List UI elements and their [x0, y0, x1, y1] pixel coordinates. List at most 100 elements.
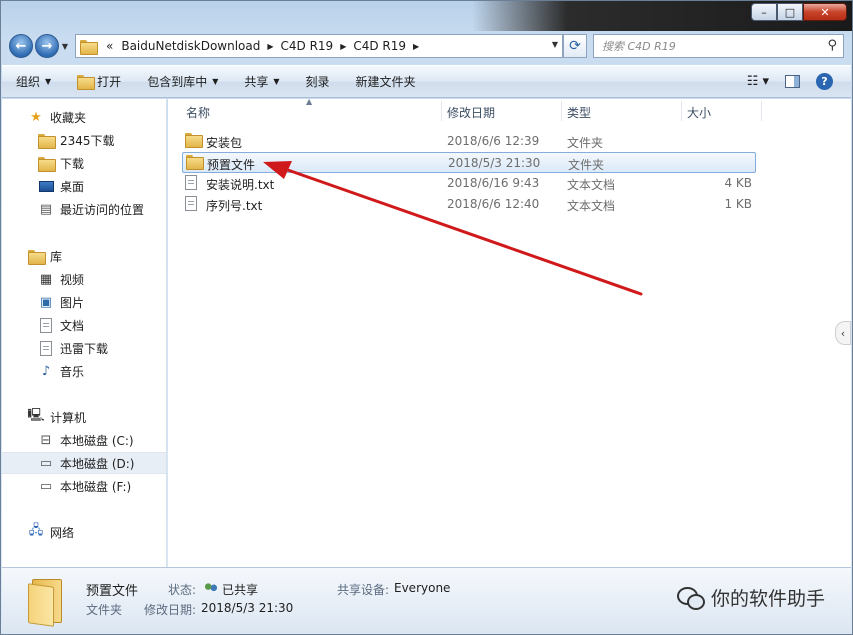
search-placeholder: 搜索 C4D R19 — [602, 40, 676, 53]
search-icon[interactable]: ⚲ — [827, 38, 837, 53]
document-icon — [38, 340, 54, 356]
column-divider[interactable] — [761, 101, 762, 121]
details-item-name: 预置文件 — [86, 584, 139, 599]
network-icon: 🖧 — [28, 523, 44, 538]
column-header: ▲ 名称 修改日期 类型 大小 — [168, 97, 851, 123]
details-state-text: 已共享 — [222, 583, 259, 597]
forward-button[interactable]: → — [35, 34, 59, 58]
recent-pages-dropdown[interactable]: ▼ — [59, 35, 71, 57]
column-divider[interactable] — [561, 101, 562, 121]
breadcrumb-item[interactable]: BaiduNetdiskDownload — [117, 39, 264, 53]
breadcrumb-chevron-icon[interactable]: ▶ — [410, 42, 422, 51]
side-collapse-chevron-icon[interactable]: ‹ — [835, 321, 851, 345]
file-size: 1 KB — [724, 197, 752, 211]
breadcrumb-chevron-icon[interactable]: ▶ — [264, 42, 276, 51]
file-row-selected[interactable]: 预置文件 2018/5/3 21:30 文件夹 — [182, 152, 756, 173]
sidebar-item-recent-places[interactable]: ▤ 最近访问的位置 — [38, 198, 166, 220]
sidebar-item-xunlei-downloads[interactable]: 迅雷下载 — [38, 337, 166, 359]
watermark: 你的软件助手 — [676, 584, 825, 611]
sidebar-item-documents[interactable]: 文档 — [38, 314, 166, 336]
sidebar-item-pictures[interactable]: ▣ 图片 — [38, 291, 166, 313]
organize-label: 组织 — [16, 75, 41, 89]
breadcrumb-item[interactable]: C4D R19 — [277, 39, 338, 53]
address-bar[interactable]: « BaiduNetdiskDownload ▶ C4D R19 ▶ C4D R… — [75, 34, 563, 58]
address-dropdown-icon[interactable]: ▼ — [552, 40, 558, 49]
recent-places-icon: ▤ — [39, 201, 53, 217]
sidebar-item-drive-c[interactable]: ⊟ 本地磁盘 (C:) — [2, 429, 166, 451]
sidebar-item-computer[interactable]: 🖳 计算机 — [27, 406, 166, 428]
column-divider[interactable] — [681, 101, 682, 121]
column-divider[interactable] — [441, 101, 442, 121]
sidebar-item-favorites[interactable]: ★ 收藏夹 — [28, 106, 166, 128]
back-button[interactable]: ← — [9, 34, 33, 58]
include-in-library-button[interactable]: 包含到库中 ▼ — [147, 73, 218, 90]
drive-icon: ▭ — [39, 455, 53, 471]
help-icon[interactable]: ? — [816, 73, 833, 90]
preview-pane-icon[interactable] — [785, 75, 800, 88]
sidebar-item-music[interactable]: ♪ 音乐 — [38, 360, 166, 382]
sort-caret-icon: ▲ — [306, 97, 313, 106]
sidebar-item-label: 库 — [50, 249, 63, 264]
watermark-text: 你的软件助手 — [710, 588, 825, 610]
sidebar-item-label: 下载 — [60, 156, 85, 171]
details-modified-value: 2018/5/3 21:30 — [201, 601, 294, 615]
refresh-button[interactable]: ⟳ — [563, 34, 587, 58]
breadcrumb-overflow[interactable]: « — [102, 39, 117, 53]
sidebar-item-videos[interactable]: ▦ 视频 — [38, 268, 166, 290]
sidebar-item-drive-f[interactable]: ▭ 本地磁盘 (F:) — [2, 475, 166, 497]
chevron-down-icon: ▼ — [45, 77, 52, 86]
music-icon: ♪ — [41, 363, 51, 379]
folder-icon — [186, 155, 204, 170]
open-label: 打开 — [97, 75, 122, 89]
details-state-label: 状态: — [168, 583, 197, 597]
column-type[interactable]: 类型 — [567, 104, 591, 121]
sidebar-item-label: 本地磁盘 (C:) — [60, 433, 134, 448]
file-modified: 2018/6/16 9:43 — [447, 176, 540, 190]
open-button[interactable]: 打开 — [77, 73, 121, 90]
minimize-button[interactable]: – — [751, 3, 777, 21]
sidebar-item-libraries[interactable]: 库 — [28, 245, 166, 267]
share-label: 共享 — [244, 75, 269, 89]
file-row[interactable]: 安装说明.txt 2018/6/16 9:43 文本文档 4 KB — [182, 173, 756, 194]
file-name: 安装包 — [206, 136, 243, 150]
search-input[interactable]: 搜索 C4D R19 ⚲ — [593, 34, 844, 58]
include-in-library-label: 包含到库中 — [147, 75, 208, 89]
column-modified[interactable]: 修改日期 — [447, 104, 495, 121]
file-modified: 2018/6/6 12:39 — [447, 134, 540, 148]
sidebar-item-downloads[interactable]: 下载 — [38, 152, 166, 174]
share-button[interactable]: 共享 ▼ — [244, 73, 279, 90]
sidebar-item-label: 计算机 — [50, 410, 87, 425]
burn-label: 刻录 — [305, 75, 330, 89]
sidebar-item-2345-downloads[interactable]: 2345下载 — [38, 129, 166, 151]
sidebar-item-desktop[interactable]: 桌面 — [38, 175, 166, 197]
file-row[interactable]: 序列号.txt 2018/6/6 12:40 文本文档 1 KB — [182, 194, 756, 215]
sidebar-item-label: 迅雷下载 — [60, 341, 109, 356]
details-pane: 预置文件 文件夹 状态: 已共享 修改日期: 2018/5/3 21:30 共享… — [2, 567, 851, 633]
sidebar-item-label: 文档 — [60, 318, 85, 333]
file-name: 安装说明.txt — [206, 178, 275, 192]
file-row[interactable]: 安装包 2018/6/6 12:39 文件夹 — [182, 131, 756, 152]
organize-button[interactable]: 组织 ▼ — [16, 73, 51, 90]
chevron-down-icon: ▼ — [273, 77, 280, 86]
file-name: 预置文件 — [207, 158, 256, 172]
folder-icon — [80, 39, 98, 55]
sidebar-item-label: 收藏夹 — [50, 110, 87, 125]
breadcrumb-chevron-icon[interactable]: ▶ — [337, 42, 349, 51]
file-name: 序列号.txt — [206, 199, 263, 213]
details-state-value: 已共享 — [200, 581, 258, 598]
sidebar-item-drive-d[interactable]: ▭ 本地磁盘 (D:) — [2, 452, 166, 474]
details-shared-with-value: Everyone — [394, 581, 451, 595]
burn-button[interactable]: 刻录 — [306, 73, 330, 90]
breadcrumb-item[interactable]: C4D R19 — [349, 39, 410, 53]
new-folder-button[interactable]: 新建文件夹 — [356, 73, 416, 90]
sidebar-item-label: 本地磁盘 (D:) — [60, 456, 135, 471]
sidebar-item-network[interactable]: 🖧 网络 — [28, 521, 166, 543]
maximize-button[interactable]: □ — [777, 3, 803, 21]
file-size: 4 KB — [724, 176, 752, 190]
view-options-icon[interactable]: ☷ ▾ — [747, 74, 769, 89]
sidebar-item-label: 网络 — [50, 525, 75, 540]
column-name[interactable]: 名称 — [186, 104, 210, 121]
open-folder-icon — [77, 75, 96, 90]
column-size[interactable]: 大小 — [687, 104, 711, 121]
close-button[interactable]: ✕ — [803, 3, 847, 21]
